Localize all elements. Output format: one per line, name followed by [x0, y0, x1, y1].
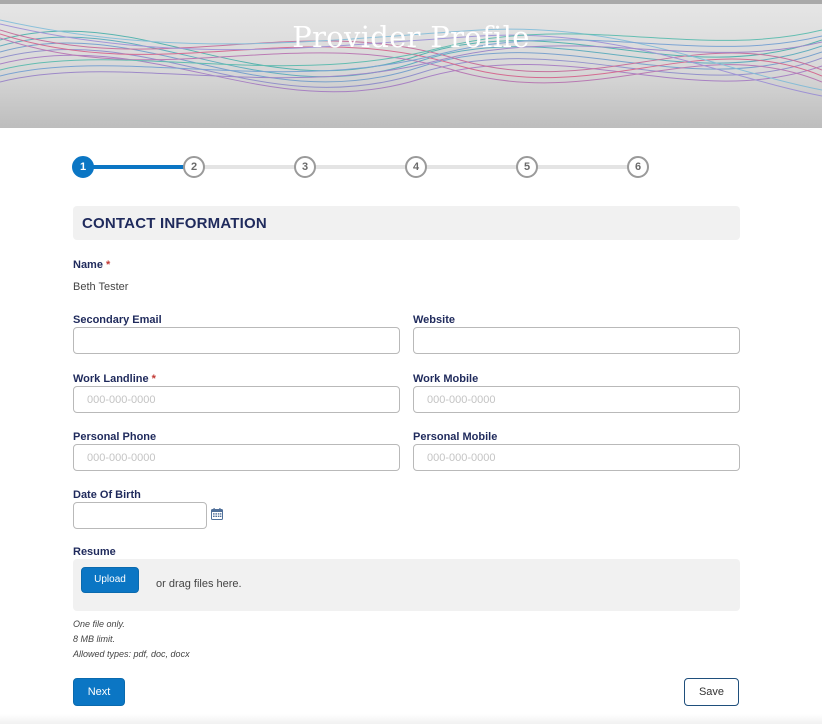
header-banner: Provider Profile — [0, 0, 822, 128]
personal-phone-label: Personal Phone — [73, 431, 157, 443]
required-marker: * — [105, 259, 111, 271]
stepper-progress-fill — [83, 165, 194, 169]
calendar-icon[interactable] — [211, 508, 223, 520]
work-landline-label-text: Work Landline — [73, 373, 149, 385]
step-1[interactable]: 1 — [72, 156, 94, 178]
website-input[interactable] — [413, 327, 740, 354]
work-mobile-input[interactable] — [413, 386, 740, 413]
secondary-email-input[interactable] — [73, 327, 400, 354]
step-5[interactable]: 5 — [516, 156, 538, 178]
personal-mobile-label: Personal Mobile — [413, 431, 498, 443]
personal-mobile-input[interactable] — [413, 444, 740, 471]
website-label: Website — [413, 314, 455, 326]
secondary-email-label: Secondary Email — [73, 314, 162, 326]
resume-label: Resume — [73, 546, 116, 558]
name-label-text: Name — [73, 259, 103, 271]
progress-stepper: 1 2 3 4 5 6 — [72, 156, 652, 178]
save-button[interactable]: Save — [684, 678, 739, 706]
personal-phone-input[interactable] — [73, 444, 400, 471]
step-6[interactable]: 6 — [627, 156, 649, 178]
section-header: CONTACT INFORMATION — [73, 206, 740, 240]
step-2[interactable]: 2 — [183, 156, 205, 178]
resume-dropzone[interactable]: Upload or drag files here. — [73, 559, 740, 611]
name-value: Beth Tester — [73, 281, 129, 293]
work-landline-label: Work Landline * — [73, 373, 156, 385]
date-of-birth-label: Date Of Birth — [73, 489, 141, 501]
hint-size-limit: 8 MB limit. — [73, 634, 116, 644]
step-3[interactable]: 3 — [294, 156, 316, 178]
section-title: CONTACT INFORMATION — [82, 215, 267, 232]
hint-file-count: One file only. — [73, 619, 125, 629]
name-label: Name * — [73, 259, 110, 271]
step-4[interactable]: 4 — [405, 156, 427, 178]
required-marker: * — [151, 373, 156, 385]
work-mobile-label: Work Mobile — [413, 373, 479, 385]
bottom-edge — [0, 714, 822, 724]
date-of-birth-input[interactable] — [73, 502, 207, 529]
work-landline-input[interactable] — [73, 386, 400, 413]
drop-files-text: or drag files here. — [156, 578, 242, 590]
page-title: Provider Profile — [292, 20, 530, 54]
upload-button[interactable]: Upload — [81, 567, 139, 593]
hint-allowed-types: Allowed types: pdf, doc, docx — [73, 649, 190, 659]
next-button[interactable]: Next — [73, 678, 125, 706]
